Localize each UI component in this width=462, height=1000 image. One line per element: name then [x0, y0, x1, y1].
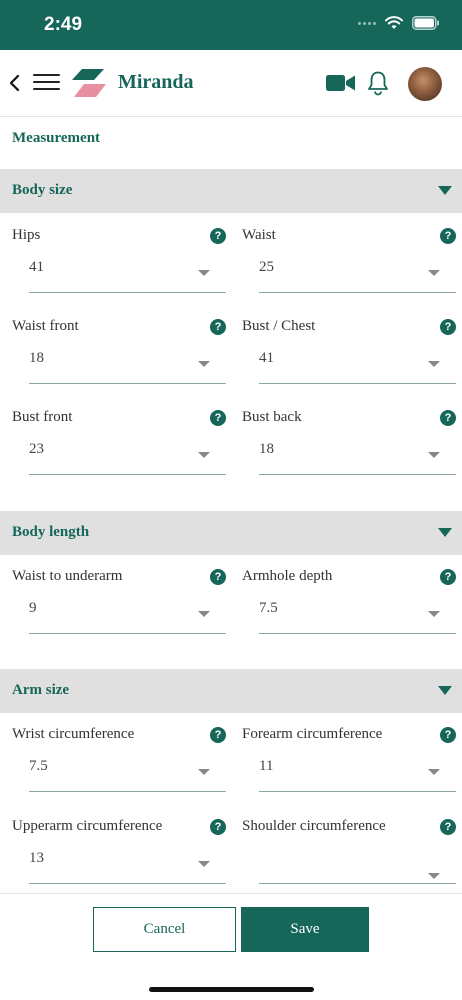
- chevron-down-icon: [428, 361, 440, 367]
- help-icon[interactable]: ?: [210, 319, 226, 335]
- field-waist-front: Waist front ? 18: [12, 318, 226, 400]
- select-value: 7.5: [259, 600, 278, 616]
- chevron-down-icon: [428, 452, 440, 458]
- status-icons: [358, 16, 440, 30]
- field-label: Waist: [242, 227, 276, 243]
- help-icon[interactable]: ?: [210, 569, 226, 585]
- bust-back-select[interactable]: 18: [259, 435, 456, 475]
- user-name: Miranda: [118, 71, 194, 93]
- field-label: Armhole depth: [242, 568, 333, 584]
- help-icon[interactable]: ?: [440, 319, 456, 335]
- help-icon[interactable]: ?: [210, 819, 226, 835]
- chevron-down-icon: [438, 686, 452, 695]
- field-bust-front: Bust front ? 23: [12, 409, 226, 491]
- select-value: 11: [259, 758, 274, 774]
- chevron-down-icon: [438, 528, 452, 537]
- field-hips: Hips ? 41: [12, 227, 226, 309]
- chevron-down-icon: [198, 861, 210, 867]
- field-waist-to-underarm: Waist to underarm ? 9: [12, 568, 226, 650]
- bust-front-select[interactable]: 23: [29, 435, 226, 475]
- video-camera-icon[interactable]: [326, 73, 356, 98]
- section-arm-size[interactable]: Arm size: [0, 669, 462, 713]
- section-title: Arm size: [12, 682, 70, 698]
- field-label: Bust / Chest: [242, 318, 316, 334]
- help-icon[interactable]: ?: [210, 727, 226, 743]
- waist-to-underarm-select[interactable]: 9: [29, 594, 226, 634]
- shoulder-circumference-select[interactable]: [259, 844, 456, 884]
- field-label: Shoulder circumference: [242, 818, 386, 834]
- hips-select[interactable]: 41: [29, 253, 226, 293]
- menu-icon[interactable]: [33, 74, 60, 92]
- field-label: Bust front: [12, 409, 73, 425]
- app-header: Miranda: [0, 50, 462, 117]
- field-label: Upperarm circumference: [12, 818, 163, 834]
- field-label: Waist front: [12, 318, 79, 334]
- select-value: 7.5: [29, 758, 48, 774]
- select-value: 18: [259, 441, 274, 457]
- help-icon[interactable]: ?: [440, 410, 456, 426]
- home-indicator[interactable]: [149, 987, 314, 992]
- waist-front-select[interactable]: 18: [29, 344, 226, 384]
- cancel-button[interactable]: Cancel: [93, 907, 236, 952]
- chevron-down-icon: [438, 186, 452, 195]
- field-wrist-circumference: Wrist circumference ? 7.5: [12, 726, 226, 808]
- select-value: 25: [259, 259, 274, 275]
- select-value: 9: [29, 600, 37, 616]
- battery-icon: [412, 16, 440, 30]
- select-value: 41: [29, 259, 44, 275]
- chevron-down-icon: [428, 873, 440, 879]
- page-title: Measurement: [12, 130, 101, 146]
- field-waist: Waist ? 25: [242, 227, 456, 309]
- field-bust-back: Bust back ? 18: [242, 409, 456, 491]
- chevron-down-icon: [198, 452, 210, 458]
- help-icon[interactable]: ?: [210, 228, 226, 244]
- chevron-down-icon: [428, 611, 440, 617]
- field-upperarm-circumference: Upperarm circumference ? 13: [12, 818, 226, 900]
- logo: [72, 67, 106, 99]
- status-bar: 2:49: [0, 0, 462, 50]
- save-button[interactable]: Save: [241, 907, 369, 952]
- help-icon[interactable]: ?: [440, 228, 456, 244]
- chevron-down-icon: [198, 361, 210, 367]
- help-icon[interactable]: ?: [440, 819, 456, 835]
- help-icon[interactable]: ?: [440, 727, 456, 743]
- chevron-down-icon: [428, 769, 440, 775]
- upperarm-circumference-select[interactable]: 13: [29, 844, 226, 884]
- field-forearm-circumference: Forearm circumference ? 11: [242, 726, 456, 808]
- field-label: Hips: [12, 227, 41, 243]
- section-title: Body length: [12, 524, 90, 540]
- select-value: 18: [29, 350, 44, 366]
- waist-select[interactable]: 25: [259, 253, 456, 293]
- armhole-depth-select[interactable]: 7.5: [259, 594, 456, 634]
- chevron-down-icon: [198, 270, 210, 276]
- field-label: Bust back: [242, 409, 302, 425]
- chevron-down-icon: [198, 611, 210, 617]
- wifi-icon: [385, 16, 403, 30]
- wrist-circumference-select[interactable]: 7.5: [29, 752, 226, 792]
- select-value: 23: [29, 441, 44, 457]
- field-bust-chest: Bust / Chest ? 41: [242, 318, 456, 400]
- field-label: Forearm circumference: [242, 726, 383, 742]
- status-time: 2:49: [44, 14, 83, 35]
- help-icon[interactable]: ?: [440, 569, 456, 585]
- select-value: 13: [29, 850, 44, 866]
- section-title: Body size: [12, 182, 73, 198]
- field-label: Wrist circumference: [12, 726, 135, 742]
- select-value: 41: [259, 350, 274, 366]
- avatar[interactable]: [408, 67, 442, 101]
- chevron-down-icon: [428, 270, 440, 276]
- back-icon[interactable]: [8, 72, 22, 94]
- help-icon[interactable]: ?: [210, 410, 226, 426]
- bust-chest-select[interactable]: 41: [259, 344, 456, 384]
- field-armhole-depth: Armhole depth ? 7.5: [242, 568, 456, 650]
- forearm-circumference-select[interactable]: 11: [259, 752, 456, 792]
- chevron-down-icon: [198, 769, 210, 775]
- footer: Cancel Save: [0, 893, 462, 1000]
- section-body-size[interactable]: Body size: [0, 169, 462, 213]
- bell-icon[interactable]: [367, 70, 389, 101]
- section-body-length[interactable]: Body length: [0, 511, 462, 555]
- field-label: Waist to underarm: [12, 568, 123, 584]
- signal-icon: [358, 21, 376, 25]
- field-shoulder-circumference: Shoulder circumference ?: [242, 818, 456, 900]
